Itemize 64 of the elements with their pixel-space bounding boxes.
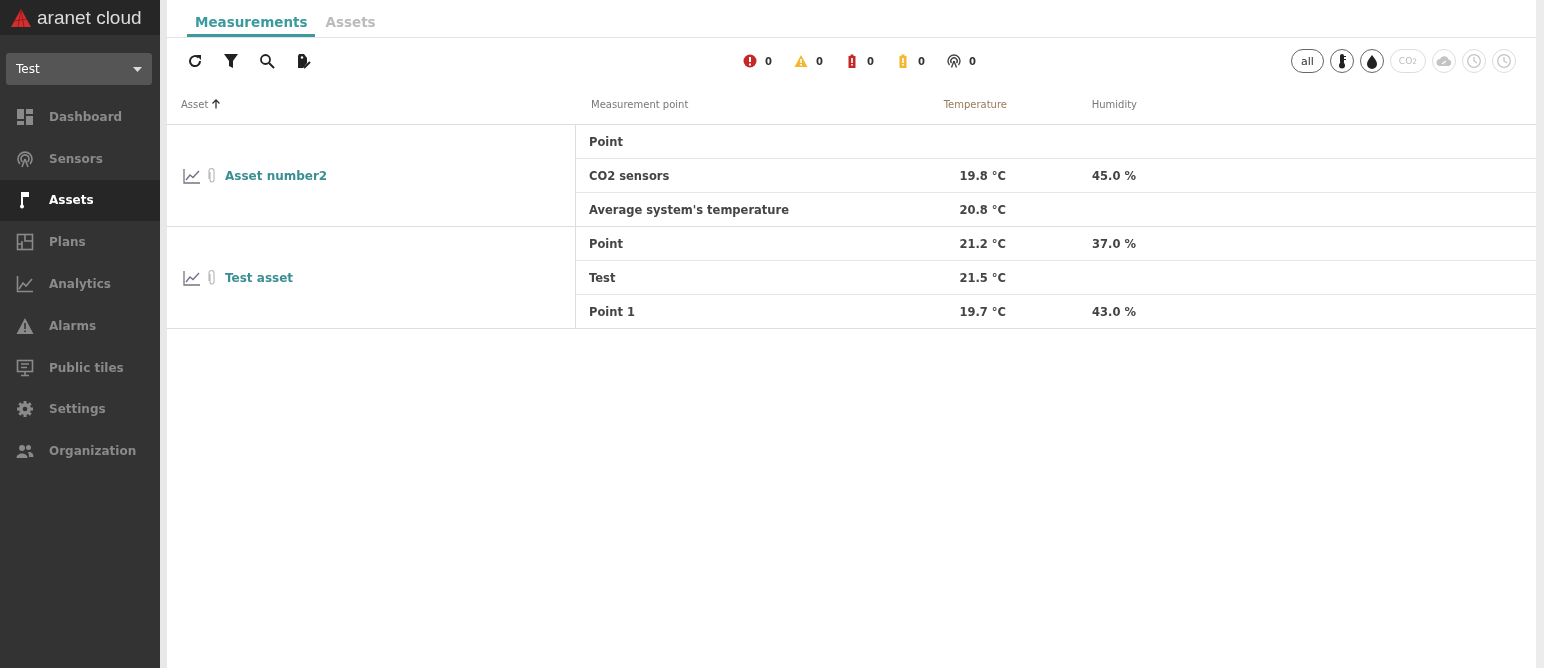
tag-edit-icon[interactable] <box>295 53 311 69</box>
counter-value: 0 <box>968 55 976 67</box>
sidebar-item[interactable]: Dashboard <box>0 96 160 138</box>
sidebar-item[interactable]: Analytics <box>0 263 160 305</box>
sidebar-item[interactable]: Organization <box>0 430 160 473</box>
measurement-point: Point <box>588 236 624 251</box>
measurement-point: CO2 sensors <box>588 168 671 183</box>
sidebar-item[interactable]: Public tiles <box>0 346 160 389</box>
signal-icon <box>16 149 34 168</box>
humidity-value: 43.0 % <box>1091 304 1136 319</box>
tab[interactable]: Assets <box>317 14 384 37</box>
counter-value: 0 <box>815 55 823 67</box>
warning-icon <box>16 316 34 335</box>
counter-value: 0 <box>765 55 772 67</box>
column-header[interactable]: Asset <box>181 98 222 110</box>
measurement-point: Average system's temperature <box>588 202 790 217</box>
settings-icon <box>16 400 34 419</box>
sidebar-item[interactable]: Alarms <box>0 305 160 347</box>
refresh-icon[interactable] <box>187 53 203 69</box>
sidebar-item[interactable]: Settings <box>0 388 160 431</box>
temperature-value: 21.2 °C <box>958 236 1006 251</box>
filter-button[interactable]: all <box>1291 49 1324 73</box>
asset-link[interactable]: Test asset <box>225 270 294 285</box>
grid-icon <box>16 107 34 126</box>
column-header[interactable]: Temperature <box>943 98 1007 110</box>
humidity-value: 45.0 % <box>1091 168 1136 183</box>
humidity-value: 37.0 % <box>1091 236 1136 251</box>
line-chart-icon <box>16 275 34 294</box>
measurement-point: Test <box>588 270 617 285</box>
signal-icon <box>946 54 961 68</box>
cloud-icon <box>1436 53 1452 69</box>
caret-icon[interactable] <box>133 66 142 72</box>
temperature-value: 20.8 °C <box>958 202 1006 217</box>
column-header[interactable]: Measurement point <box>591 98 689 110</box>
sort-arrow-icon[interactable] <box>211 99 222 109</box>
counter-value: 0 <box>866 55 874 67</box>
sidebar-item[interactable]: Sensors <box>0 137 160 180</box>
workspace-select[interactable]: Test <box>6 53 152 85</box>
clock-icon <box>1496 53 1512 69</box>
logo-icon <box>10 7 32 28</box>
temperature-value: 19.8 °C <box>958 168 1006 183</box>
temperature-value: 21.5 °C <box>958 270 1006 285</box>
column-header[interactable]: Humidity <box>1091 98 1137 110</box>
temperature-value: 19.7 °C <box>958 304 1006 319</box>
warning-icon <box>793 54 808 68</box>
sidebar-item[interactable]: Assets <box>0 179 160 222</box>
search-icon[interactable] <box>259 53 275 69</box>
alarm-icon <box>743 54 757 68</box>
tab[interactable]: Measurements <box>187 14 316 37</box>
measurement-point: Point 1 <box>588 304 636 319</box>
chart-icon[interactable] <box>183 167 201 184</box>
people-icon <box>16 442 34 461</box>
filter-icon[interactable] <box>223 53 239 69</box>
humidity-filter-button[interactable] <box>1359 49 1384 73</box>
clock-icon <box>1466 53 1482 69</box>
monitor-icon <box>16 358 34 377</box>
floor-plan-icon <box>16 233 34 252</box>
chart-icon[interactable] <box>183 269 201 286</box>
temperature-filter-button[interactable] <box>1329 49 1354 73</box>
sidebar-item[interactable]: Plans <box>0 221 160 264</box>
measurement-point: Point <box>588 134 624 149</box>
asset-link[interactable]: Asset number2 <box>225 168 328 183</box>
counter-value: 0 <box>917 55 925 67</box>
logo-text: aranet cloud <box>37 6 142 29</box>
